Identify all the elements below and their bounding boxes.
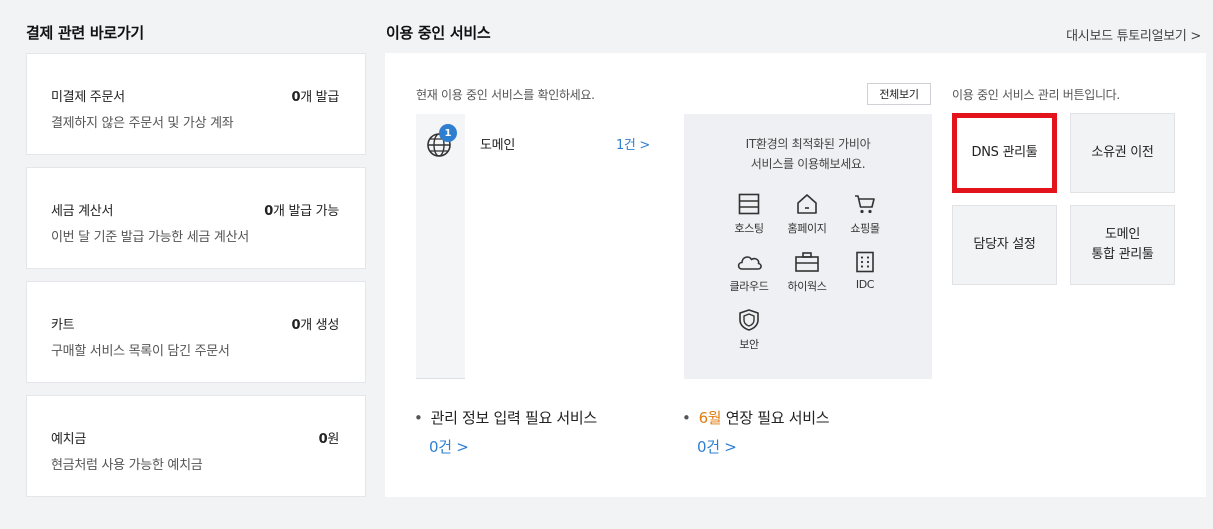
card-value: 0원 — [318, 432, 340, 447]
cloud-icon — [737, 256, 762, 270]
info-required-count-link[interactable]: 0건 > — [429, 436, 469, 457]
idc-server-icon — [856, 251, 874, 273]
service-row-domain[interactable]: 도메인 1건 > — [465, 114, 664, 379]
promo-idc[interactable]: IDC — [835, 250, 895, 291]
service-count-link[interactable]: 1건 > — [616, 134, 650, 153]
promo-cloud[interactable]: 클라우드 — [719, 250, 779, 294]
deposit-card[interactable]: 예치금 0원 현금처럼 사용 가능한 예치금 — [26, 395, 366, 497]
card-desc: 현금처럼 사용 가능한 예치금 — [51, 458, 203, 473]
card-value: 0개 생성 — [291, 318, 339, 333]
card-desc: 이번 달 기준 발급 가능한 세금 계산서 — [51, 230, 249, 245]
service-promo: IT환경의 최적화된 가비아 서비스를 이용해보세요. 호스팅 홈페이지 쇼핑몰… — [684, 114, 932, 379]
unpaid-orders-card[interactable]: 미결제 주문서 0개 발급 결제하지 않은 주문서 및 가상 계좌 — [26, 53, 366, 155]
renewal-required-services: • 6월 연장 필요 서비스 — [682, 409, 830, 427]
briefcase-icon — [795, 252, 819, 272]
contact-settings-button[interactable]: 담당자 설정 — [952, 205, 1057, 285]
promo-hiworks[interactable]: 하이웍스 — [777, 250, 837, 294]
homepage-icon — [797, 194, 817, 214]
cart-card[interactable]: 카트 0개 생성 구매할 서비스 목록이 담긴 주문서 — [26, 281, 366, 383]
service-count-badge: 1 — [439, 124, 457, 142]
info-required-services: • 관리 정보 입력 필요 서비스 — [414, 409, 597, 427]
card-title: 카트 — [51, 318, 75, 333]
card-title: 예치금 — [51, 432, 86, 447]
card-desc: 구매할 서비스 목록이 담긴 주문서 — [51, 344, 230, 359]
promo-security[interactable]: 보안 — [719, 308, 779, 352]
promo-homepage[interactable]: 홈페이지 — [777, 192, 837, 236]
services-hint: 현재 이용 중인 서비스를 확인하세요. — [416, 88, 595, 102]
view-all-button[interactable]: 전체보기 — [867, 83, 931, 105]
services-in-use-title: 이용 중인 서비스 — [386, 24, 491, 42]
promo-text: IT환경의 최적화된 가비아 서비스를 이용해보세요. — [745, 137, 871, 171]
manage-hint: 이용 중인 서비스 관리 버튼입니다. — [952, 88, 1120, 102]
service-name: 도메인 — [480, 138, 515, 153]
service-list: 1 도메인 1건 > — [416, 114, 664, 379]
renewal-month: 6월 — [698, 409, 722, 427]
dashboard-tutorial-link[interactable]: 대시보드 튜토리얼보기 > — [1066, 25, 1201, 44]
services-panel: 현재 이용 중인 서비스를 확인하세요. 전체보기 이용 중인 서비스 관리 버… — [385, 53, 1206, 497]
card-desc: 결제하지 않은 주문서 및 가상 계좌 — [51, 116, 234, 131]
domain-integrated-manager-button[interactable]: 도메인 통합 관리툴 — [1070, 205, 1175, 285]
promo-shopping[interactable]: 쇼핑몰 — [835, 192, 895, 236]
shopping-cart-icon — [855, 195, 875, 214]
hosting-icon — [738, 193, 760, 215]
card-title: 세금 계산서 — [51, 204, 114, 219]
card-title: 미결제 주문서 — [51, 90, 125, 105]
tax-invoice-card[interactable]: 세금 계산서 0개 발급 가능 이번 달 기준 발급 가능한 세금 계산서 — [26, 167, 366, 269]
ownership-transfer-button[interactable]: 소유권 이전 — [1070, 113, 1175, 193]
payment-shortcuts-title: 결제 관련 바로가기 — [26, 24, 144, 42]
card-value: 0개 발급 — [291, 90, 339, 105]
dns-manager-button[interactable]: DNS 관리툴 — [952, 113, 1057, 193]
renewal-required-count-link[interactable]: 0건 > — [697, 436, 737, 457]
shield-icon — [739, 309, 759, 331]
card-value: 0개 발급 가능 — [264, 204, 339, 219]
promo-hosting[interactable]: 호스팅 — [719, 192, 779, 236]
